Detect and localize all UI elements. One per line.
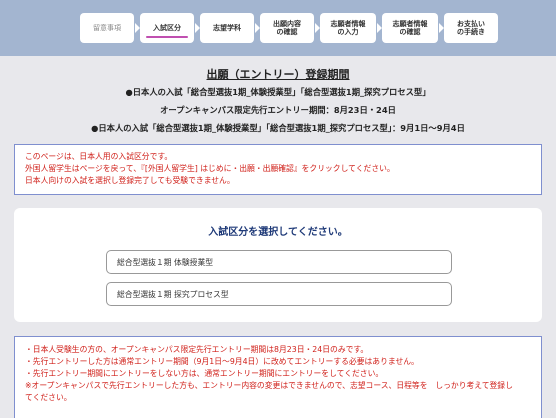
step-progress-bar: 留意事項 入試区分 志望学科 出願内容 の確認 志願者情報 の入力 志願者情報 … (0, 0, 556, 56)
option-inquiry-process[interactable]: 総合型選抜１期 探究プロセス型 (106, 282, 452, 306)
entry-note-line: てください。 (25, 393, 72, 402)
notice-line: このページは、日本人用の入試区分です。 (25, 152, 173, 161)
entry-note-line: ・日本人受験生の方の、オープンキャンパス限定先行エントリー期間は8月23日・24… (25, 345, 369, 354)
step-notes: 留意事項 (80, 13, 140, 43)
page-title: 出願（エントリー）登録期間 (206, 68, 350, 81)
entry-note-line: ※オープンキャンパスで先行エントリーした方も、エントリー内容の変更はできませんの… (25, 381, 513, 390)
step-label: 出願内容 の確認 (273, 20, 301, 36)
step-label: 入試区分 (153, 24, 181, 32)
step-exam-category: 入試区分 (140, 13, 200, 43)
step-label: 留意事項 (93, 24, 121, 32)
step-application-confirm: 出願内容 の確認 (260, 13, 320, 43)
step-label: お支払い の手続き (457, 20, 485, 36)
period-line-3: ●日本人の入試「総合型選抜1期_体験授業型」「総合型選抜1期_探究プロセス型」：… (91, 123, 465, 133)
period-line-1: ●日本人の入試「総合型選抜1期_体験授業型」「総合型選抜1期_探究プロセス型」 (125, 87, 431, 97)
step-payment: お支払い の手続き (444, 13, 498, 43)
notice-box: このページは、日本人用の入試区分です。 外国人留学生はページを戻って、『[外国人… (14, 144, 542, 195)
entry-note-line: ・先行エントリー期間にエントリーをしない方は、通常エントリー期間にエントリーをし… (25, 369, 384, 378)
step-label: 志望学科 (213, 24, 241, 32)
entry-notes-box: ・日本人受験生の方の、オープンキャンパス限定先行エントリー期間は8月23日・24… (14, 336, 542, 418)
step-label: 志願者情報 の確認 (392, 20, 428, 36)
step-applicant-input: 志願者情報 の入力 (320, 13, 382, 43)
selection-title: 入試区分を選択してください。 (208, 227, 348, 238)
step-department: 志望学科 (200, 13, 260, 43)
option-experience-class[interactable]: 総合型選抜１期 体験授業型 (106, 250, 452, 274)
exam-category-card: 入試区分を選択してください。 総合型選抜１期 体験授業型 総合型選抜１期 探究プ… (14, 208, 542, 322)
step-label: 志願者情報 の入力 (330, 20, 366, 36)
entry-note-line: ・先行エントリーした方は通常エントリー期間（9月1日〜9月4日）に改めてエントリ… (25, 357, 419, 366)
notice-line: 外国人留学生はページを戻って、『[外国人留学生] はじめに・出願・出願確認』をク… (25, 164, 395, 173)
period-line-2: オープンキャンパス限定先行エントリー期間：8月23日・24日 (160, 105, 396, 115)
step-applicant-confirm: 志願者情報 の確認 (382, 13, 444, 43)
notice-line: 日本人向けの入試を選択し登録完了しても受験できません。 (25, 176, 235, 185)
